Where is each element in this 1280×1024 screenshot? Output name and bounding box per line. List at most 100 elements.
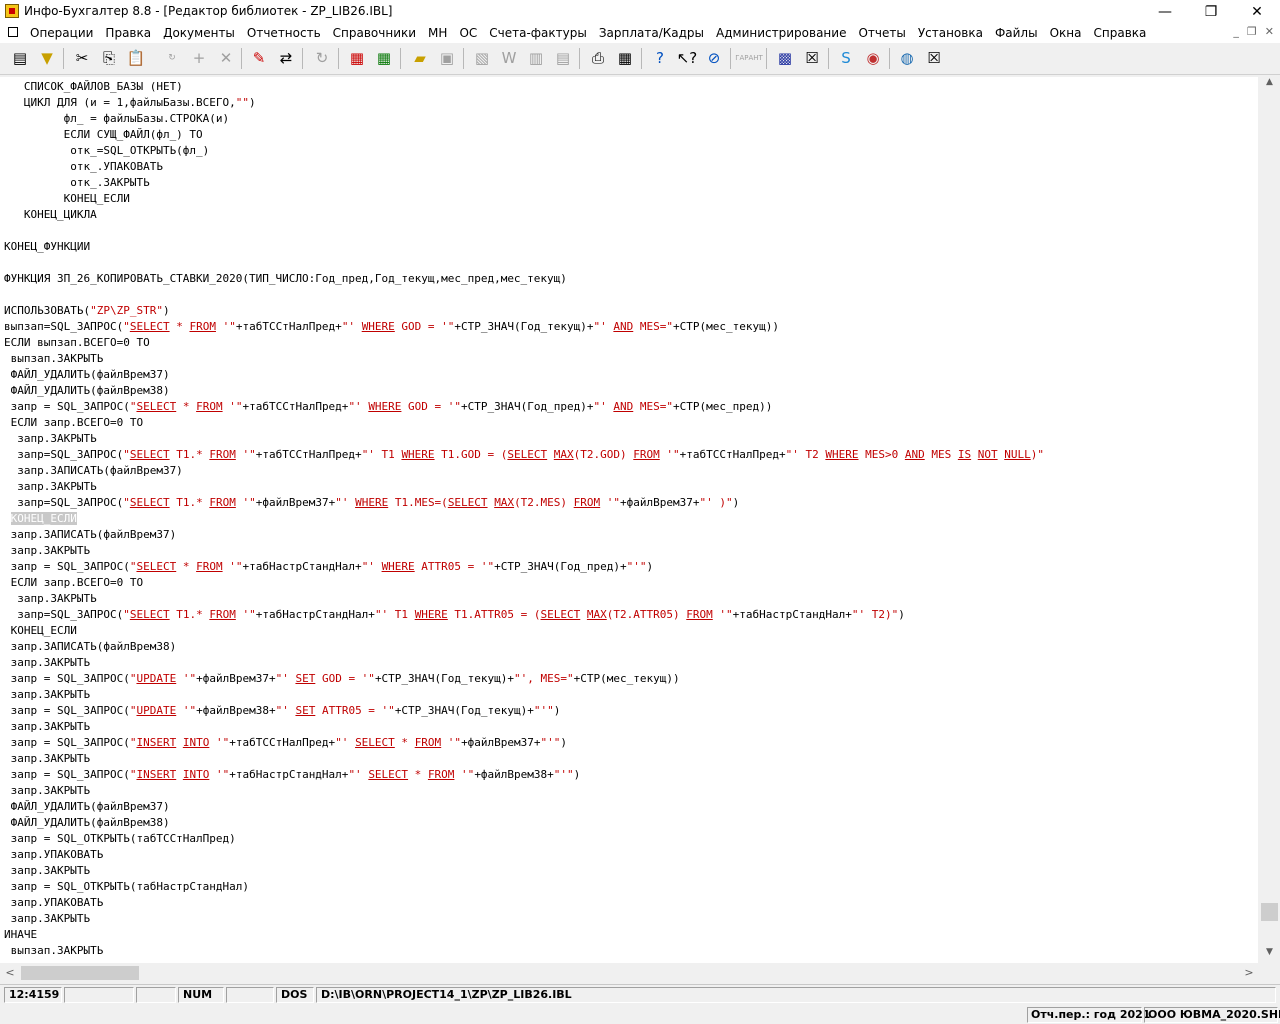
calculator-icon[interactable]: ▦ [374, 48, 394, 68]
report-icon[interactable]: ▦ [347, 48, 367, 68]
code-line[interactable]: запр.ЗАКРЫТЬ [4, 864, 90, 877]
code-line[interactable]: запр = SQL_ЗАПРОС("UPDATE '"+файлВрем37+… [4, 672, 680, 685]
code-line[interactable]: ФАЙЛ_УДАЛИТЬ(файлВрем38) [4, 384, 170, 397]
scroll-down-icon[interactable]: ▼ [1259, 947, 1280, 963]
film-icon[interactable]: ▩ [775, 48, 795, 68]
code-line[interactable]: запр = SQL_ЗАПРОС("INSERT INTO '"+табНас… [4, 768, 581, 781]
menu-invoices[interactable]: Счета-фактуры [489, 25, 593, 41]
code-line[interactable]: запр.ЗАКРЫТЬ [4, 432, 96, 445]
code-line[interactable]: запр = SQL_ОТКРЫТЬ(табТССтНалПред) [4, 832, 236, 845]
menu-settings[interactable]: Установка [918, 25, 989, 41]
cut-icon[interactable]: ✂ [72, 48, 92, 68]
garant-icon[interactable]: ГАРАНТ [735, 48, 763, 68]
code-line[interactable]: запр.ЗАПИСАТЬ(файлВрем37) [4, 464, 183, 477]
navigate-icon[interactable]: ⊘ [704, 48, 724, 68]
code-line[interactable]: запр=SQL_ЗАПРОС("SELECT T1.* FROM '"+таб… [4, 608, 905, 621]
code-line[interactable]: отк_=SQL_ОТКРЫТЬ(фл_) [4, 144, 209, 157]
context-help-icon[interactable]: ↖? [677, 48, 698, 68]
code-line[interactable]: запр.ЗАКРЫТЬ [4, 544, 90, 557]
menu-mn[interactable]: МН [428, 25, 453, 41]
refresh-icon[interactable]: ↻ [312, 48, 332, 68]
code-line[interactable]: ЕСЛИ запр.ВСЕГО=0 ТО [4, 576, 143, 589]
scroll-up-icon[interactable]: ▲ [1259, 77, 1280, 93]
scroll-right-icon[interactable]: > [1241, 964, 1257, 982]
menu-help[interactable]: Справка [1094, 25, 1153, 41]
scroll-left-icon[interactable]: < [2, 964, 18, 982]
chat-icon[interactable]: ◉ [863, 48, 883, 68]
code-line[interactable]: запр=SQL_ЗАПРОС("SELECT T1.* FROM '"+таб… [4, 448, 1044, 461]
code-line[interactable]: запр.ЗАКРЫТЬ [4, 720, 90, 733]
code-line[interactable]: запр.ЗАКРЫТЬ [4, 688, 90, 701]
filter-icon[interactable]: ▼ [37, 48, 57, 68]
export-doc-icon[interactable]: ▤ [553, 48, 573, 68]
mdi-restore-button[interactable]: ❐ [1247, 25, 1257, 38]
document-list-icon[interactable]: ▤ [10, 48, 30, 68]
save-icon[interactable]: ▣ [437, 48, 457, 68]
code-line[interactable]: ЕСЛИ выпзап.ВСЕГО=0 ТО [4, 336, 150, 349]
close-web-icon[interactable]: ☒ [924, 48, 944, 68]
skype-icon[interactable]: S [836, 48, 856, 68]
code-line[interactable]: ИНАЧЕ [4, 928, 37, 941]
code-line[interactable]: выпзап.ЗАКРЫТЬ [4, 352, 104, 365]
menu-directories[interactable]: Справочники [333, 25, 422, 41]
menu-windows[interactable]: Окна [1050, 25, 1088, 41]
code-line[interactable]: запр.ЗАКРЫТЬ [4, 656, 90, 669]
code-line[interactable]: отк_.ЗАКРЫТЬ [4, 176, 149, 189]
code-editor[interactable]: СПИСОК_ФАЙЛОВ_БАЗЫ (НЕТ) ЦИКЛ ДЛЯ (и = 1… [0, 77, 1258, 963]
close-button[interactable]: ✕ [1234, 0, 1280, 23]
code-line[interactable]: запр.ЗАПИСАТЬ(файлВрем38) [4, 640, 177, 653]
menu-reports[interactable]: Отчеты [858, 25, 911, 41]
code-line[interactable]: запр.ЗАКРЫТЬ [4, 592, 96, 605]
menu-os[interactable]: ОС [459, 25, 483, 41]
code-line[interactable]: запр.ЗАКРЫТЬ [4, 480, 96, 493]
document-window-icon[interactable] [8, 27, 18, 37]
code-line[interactable]: запр.ЗАКРЫТЬ [4, 752, 90, 765]
code-line[interactable]: выпзап.ЗАКРЫТЬ [4, 944, 104, 957]
replace-icon[interactable]: ⇄ [276, 48, 296, 68]
mdi-minimize-button[interactable]: _ [1233, 25, 1239, 38]
print-icon[interactable]: ⎙ [588, 48, 608, 68]
menu-files[interactable]: Файлы [995, 25, 1044, 41]
add-icon[interactable]: + [189, 48, 209, 68]
vertical-scrollbar[interactable]: ▲ ▼ [1259, 77, 1280, 963]
code-line[interactable]: ЦИКЛ ДЛЯ (и = 1,файлыБазы.ВСЕГО,"") [4, 96, 256, 109]
code-line[interactable]: фл_ = файлыБазы.СТРОКА(и) [4, 112, 230, 125]
code-line[interactable]: КОНЕЦ_ЦИКЛА [4, 208, 97, 221]
archive-icon[interactable]: ▥ [526, 48, 546, 68]
open-folder-icon[interactable]: ▰ [410, 48, 430, 68]
code-line[interactable]: отк_.УПАКОВАТЬ [4, 160, 163, 173]
horizontal-scrollbar[interactable]: < > [0, 964, 1258, 982]
code-line[interactable]: запр = SQL_ЗАПРОС("SELECT * FROM '"+табН… [4, 560, 654, 573]
copy-icon[interactable]: ⎘ [99, 48, 119, 68]
rotate-icon[interactable]: ↻ [162, 48, 182, 68]
code-line[interactable]: ФАЙЛ_УДАЛИТЬ(файлВрем37) [4, 800, 170, 813]
menu-administration[interactable]: Администрирование [716, 25, 852, 41]
code-line[interactable]: ФУНКЦИЯ ЗП_26_КОПИРОВАТЬ_СТАВКИ_2020(ТИП… [4, 272, 567, 285]
code-text[interactable]: СПИСОК_ФАЙЛОВ_БАЗЫ (НЕТ) ЦИКЛ ДЛЯ (и = 1… [4, 79, 1044, 959]
code-line[interactable]: запр = SQL_ЗАПРОС("INSERT INTO '"+табТСС… [4, 736, 567, 749]
menu-documents[interactable]: Документы [163, 25, 241, 41]
code-line[interactable]: КОНЕЦ_ФУНКЦИИ [4, 240, 90, 253]
menu-reporting[interactable]: Отчетность [247, 25, 327, 41]
paste-icon[interactable]: 📋 [126, 48, 146, 68]
help-icon[interactable]: ? [650, 48, 670, 68]
export-icon[interactable]: ▧ [472, 48, 492, 68]
vertical-scroll-thumb[interactable] [1261, 903, 1278, 921]
code-line[interactable]: ЕСЛИ запр.ВСЕГО=0 ТО [4, 416, 143, 429]
horizontal-scroll-thumb[interactable] [21, 966, 139, 980]
code-line[interactable]: выпзап=SQL_ЗАПРОС("SELECT * FROM '"+табТ… [4, 320, 779, 333]
menu-operations[interactable]: Операции [30, 25, 99, 41]
minimize-button[interactable]: — [1142, 0, 1188, 23]
code-line[interactable]: запр = SQL_ЗАПРОС("SELECT * FROM '"+табТ… [4, 400, 773, 413]
maximize-button[interactable]: ❐ [1188, 0, 1234, 23]
preview-icon[interactable]: ▦ [615, 48, 635, 68]
code-line[interactable]: КОНЕЦ_ЕСЛИ [4, 624, 77, 637]
code-line[interactable]: запр = SQL_ЗАПРОС("UPDATE '"+файлВрем38+… [4, 704, 561, 717]
code-line[interactable]: запр.ЗАКРЫТЬ [4, 784, 90, 797]
code-line[interactable]: СПИСОК_ФАЙЛОВ_БАЗЫ (НЕТ) [4, 80, 183, 93]
code-line[interactable]: ФАЙЛ_УДАЛИТЬ(файлВрем37) [4, 368, 170, 381]
menu-edit[interactable]: Правка [105, 25, 157, 41]
code-line[interactable]: запр.УПАКОВАТЬ [4, 848, 104, 861]
code-line[interactable]: ИСПОЛЬЗОВАТЬ("ZP\ZP_STR") [4, 304, 170, 317]
mdi-close-button[interactable]: ✕ [1265, 25, 1274, 38]
